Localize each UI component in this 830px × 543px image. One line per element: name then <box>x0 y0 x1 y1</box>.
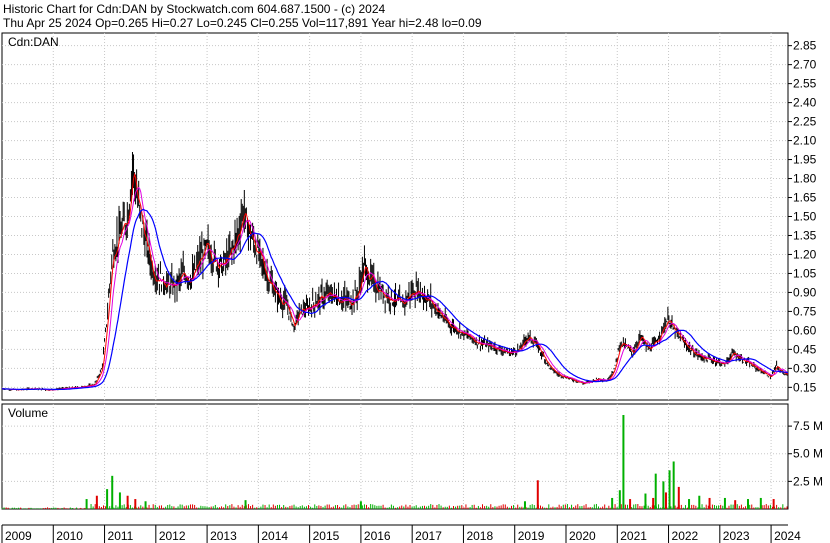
price-tick-label: 2.10 <box>793 134 817 148</box>
price-tick-label: 0.75 <box>793 304 817 318</box>
x-tick-label: 2009 <box>5 529 32 543</box>
x-tick-label: 2022 <box>672 529 699 543</box>
x-tick-label: 2023 <box>723 529 750 543</box>
x-tick-label: 2013 <box>210 529 237 543</box>
price-tick-label: 0.15 <box>793 380 817 394</box>
x-tick-label: 2020 <box>569 529 596 543</box>
price-tick-label: 0.90 <box>793 285 817 299</box>
price-tick-label: 1.95 <box>793 153 817 167</box>
price-tick-label: 2.85 <box>793 39 817 53</box>
x-tick-label: 2011 <box>108 529 134 543</box>
x-tick-label: 2018 <box>466 529 493 543</box>
volume-tick-label: 2.5 M <box>793 474 823 488</box>
x-tick-label: 2015 <box>313 529 340 543</box>
price-tick-label: 1.65 <box>793 191 817 205</box>
price-tick-label: 1.35 <box>793 228 817 242</box>
x-tick-label: 2021 <box>620 529 647 543</box>
x-tick-label: 2012 <box>159 529 186 543</box>
x-tick-label: 2014 <box>261 529 288 543</box>
stock-chart: Historic Chart for Cdn:DAN by Stockwatch… <box>0 0 830 543</box>
price-tick-label: 1.50 <box>793 210 817 224</box>
price-tick-label: 2.70 <box>793 58 817 72</box>
price-tick-label: 1.80 <box>793 172 817 186</box>
x-tick-label: 2019 <box>518 529 545 543</box>
price-tick-label: 1.20 <box>793 247 817 261</box>
x-tick-label: 2024 <box>774 529 801 543</box>
price-tick-label: 1.05 <box>793 266 817 280</box>
volume-y-axis: 7.5 M 5.0 M 2.5 M <box>788 419 823 488</box>
price-tick-label: 2.55 <box>793 77 817 91</box>
chart-background <box>0 0 830 543</box>
chart-header-line2: Thu Apr 25 2024 Op=0.265 Hi=0.27 Lo=0.24… <box>3 16 482 30</box>
volume-tick-label: 5.0 M <box>793 447 823 461</box>
volume-tick-label: 7.5 M <box>793 419 823 433</box>
x-tick-label: 2010 <box>56 529 83 543</box>
x-tick-label: 2017 <box>415 529 442 543</box>
price-tick-label: 0.45 <box>793 342 817 356</box>
volume-panel-title: Volume <box>8 406 48 420</box>
price-tick-label: 0.30 <box>793 361 817 375</box>
price-panel-title: Cdn:DAN <box>8 35 59 49</box>
chart-header-line1: Historic Chart for Cdn:DAN by Stockwatch… <box>3 2 385 16</box>
price-tick-label: 2.40 <box>793 96 817 110</box>
x-tick-label: 2016 <box>364 529 391 543</box>
price-tick-label: 2.25 <box>793 115 817 129</box>
price-tick-label: 0.60 <box>793 323 817 337</box>
